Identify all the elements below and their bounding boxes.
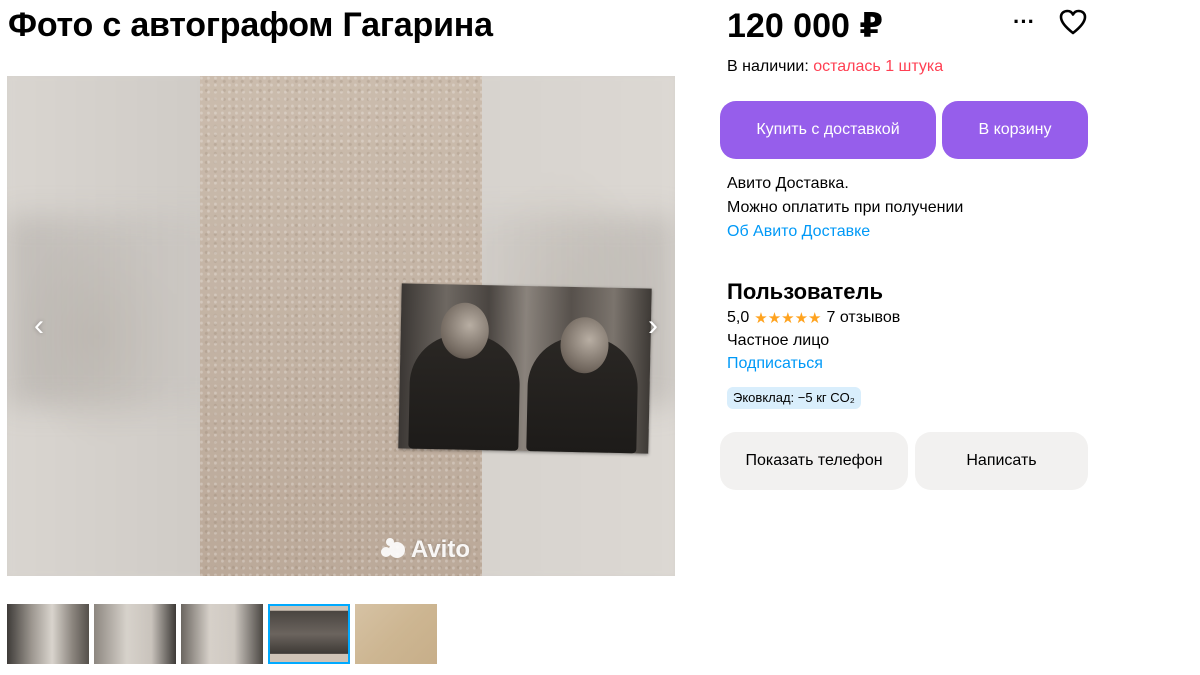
stock-label: В наличии: <box>727 58 809 75</box>
buy-with-delivery-button[interactable]: Купить с доставкой <box>720 101 936 159</box>
eco-badge: Эковклад: −5 кг CO₂ <box>727 387 861 409</box>
subscribe-link[interactable]: Подписаться <box>727 355 823 373</box>
heart-icon[interactable] <box>1058 8 1088 36</box>
stock-value: осталась 1 штука <box>813 58 944 75</box>
more-dots-icon[interactable]: ··· <box>1010 11 1038 33</box>
main-gallery[interactable]: Avito ‹ › <box>7 76 675 576</box>
gallery-main-image <box>200 76 652 576</box>
avito-watermark: Avito <box>380 536 470 566</box>
rating-value: 5,0 <box>727 309 750 326</box>
delivery-line-2: Можно оплатить при получении <box>727 199 964 216</box>
chevron-left-icon: ‹ <box>34 309 44 342</box>
avito-logo-icon <box>380 537 407 566</box>
price: 120 000 ₽ <box>727 7 884 45</box>
gallery-prev-button[interactable]: ‹ <box>25 308 53 344</box>
stock-status: В наличии: осталась 1 штука <box>727 58 943 76</box>
write-message-button[interactable]: Написать <box>915 432 1088 490</box>
reviews-link[interactable]: 7 отзывов <box>827 309 901 327</box>
autographed-photo <box>398 283 652 454</box>
listing-title: Фото с автографом Гагарина <box>8 6 493 44</box>
seller-rating: 5,0 ★★★★★ 7 отзывов <box>727 309 900 327</box>
show-phone-button[interactable]: Показать телефон <box>720 432 908 490</box>
delivery-info: Авито Доставка. Можно оплатить при получ… <box>727 172 963 244</box>
add-to-cart-button[interactable]: В корзину <box>942 101 1088 159</box>
thumbnail-3[interactable] <box>181 604 263 664</box>
thumbnail-2[interactable] <box>94 604 176 664</box>
thumbnail-1[interactable] <box>7 604 89 664</box>
thumbnail-4-selected[interactable] <box>268 604 350 664</box>
seller-name[interactable]: Пользователь <box>727 279 883 305</box>
rating-stars-icon: ★★★★★ <box>754 310 822 327</box>
seller-type: Частное лицо <box>727 332 830 349</box>
chevron-right-icon: › <box>648 309 658 342</box>
thumbnail-5[interactable] <box>355 604 437 664</box>
delivery-line-1: Авито Доставка. <box>727 175 849 192</box>
watermark-text: Avito <box>410 536 470 563</box>
gallery-next-button[interactable]: › <box>639 308 667 344</box>
about-delivery-link[interactable]: Об Авито Доставке <box>727 220 963 244</box>
thumbnail-strip <box>7 604 437 664</box>
